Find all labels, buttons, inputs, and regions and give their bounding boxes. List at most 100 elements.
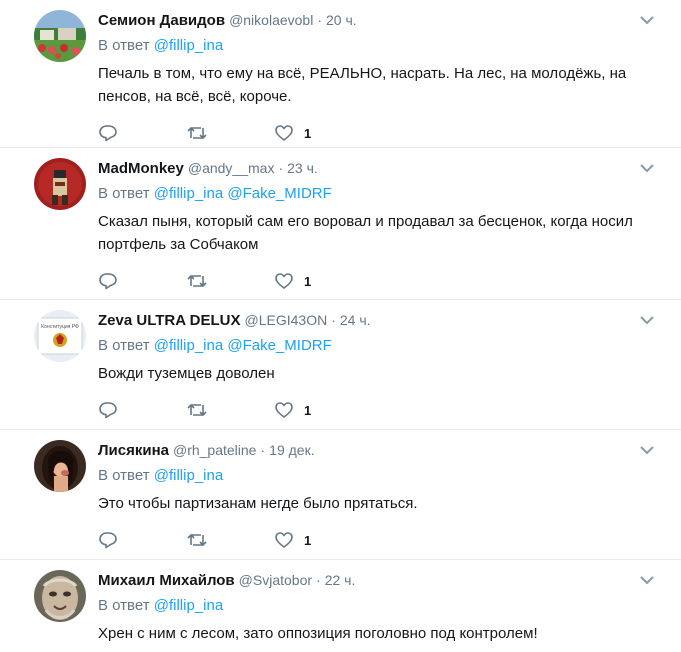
reply-mention[interactable]: @fillip_ina: [154, 337, 223, 354]
avatar[interactable]: [34, 158, 86, 210]
retweet-button[interactable]: [186, 400, 274, 420]
like-count: 1: [304, 532, 312, 548]
retweet-icon: [187, 404, 207, 416]
retweet-icon: [187, 275, 207, 287]
like-button[interactable]: 1: [274, 400, 374, 420]
reply-prefix: В ответ: [98, 185, 150, 202]
reply-prefix: В ответ: [98, 37, 150, 54]
avatar-red-figure: [34, 158, 86, 210]
avatar-constitution-book: Конституция РФ: [34, 310, 86, 362]
heart-icon: [275, 532, 293, 548]
like-button[interactable]: 1: [274, 123, 374, 143]
reply-context: В ответ @fillip_ina: [98, 36, 671, 56]
reply-icon: [99, 273, 117, 290]
author-handle[interactable]: @nikolaevobl: [229, 12, 313, 28]
chevron-down-icon[interactable]: [639, 12, 655, 28]
separator: ·: [317, 12, 322, 28]
reply-icon: [99, 125, 117, 142]
author-name[interactable]: Zeva ULTRA DELUX: [98, 312, 241, 329]
tweet[interactable]: Михаил Михайлов @Svjatobor · 22 ч. В ответ …: [0, 560, 681, 652]
separator: ·: [278, 160, 284, 176]
heart-icon: [275, 125, 293, 141]
tweet-header: Zeva ULTRA DELUX @LEGI43ON · 24 ч.: [98, 310, 671, 330]
author-name[interactable]: MadMonkey: [98, 160, 184, 177]
like-count: 1: [304, 402, 312, 418]
tweet[interactable]: Семион Давидов @nikolaevobl · 20 ч. В ответ…: [0, 0, 681, 148]
reply-button[interactable]: [98, 530, 186, 550]
avatar-old-man: [34, 570, 86, 622]
author-handle[interactable]: @LEGI43ON: [245, 312, 328, 328]
reply-mention[interactable]: @Fake_MIDRF: [227, 185, 331, 202]
reply-context: В ответ @fillip_ina: [98, 466, 671, 486]
timestamp[interactable]: 20 ч.: [326, 12, 357, 28]
reply-mention[interactable]: @fillip_ina: [154, 37, 223, 54]
separator: ·: [331, 312, 336, 328]
author-name[interactable]: Михаил Михайлов: [98, 572, 235, 589]
chevron-down-icon[interactable]: [639, 442, 655, 458]
retweet-icon: [187, 534, 207, 546]
tweet[interactable]: Конституция РФ Zeva ULTRA DELUX @LEGI43ON…: [0, 300, 681, 430]
reply-button[interactable]: [98, 400, 186, 420]
timestamp[interactable]: 23 ч.: [287, 160, 318, 176]
reply-icon: [99, 402, 117, 419]
tweet-actions: 1: [98, 395, 671, 425]
reply-mention[interactable]: @fillip_ina: [154, 597, 223, 614]
like-button[interactable]: 1: [274, 530, 374, 550]
chevron-down-icon[interactable]: [639, 160, 655, 176]
reply-button[interactable]: [98, 123, 186, 143]
avatar[interactable]: Конституция РФ: [34, 310, 86, 362]
tweet-feed: Семион Давидов @nikolaevobl · 20 ч. В ответ…: [0, 0, 681, 652]
timestamp[interactable]: 24 ч.: [340, 312, 371, 328]
reply-mention[interactable]: @fillip_ina: [154, 467, 223, 484]
avatar-landscape-flowers: [34, 10, 86, 62]
reply-context: В ответ @fillip_ina @Fake_MIDRF: [98, 336, 671, 356]
like-button[interactable]: 1: [274, 271, 374, 291]
author-handle[interactable]: @Svjatobor: [239, 572, 312, 588]
tweet-header: Михаил Михайлов @Svjatobor · 22 ч.: [98, 570, 671, 590]
author-name[interactable]: Лисякина: [98, 442, 169, 459]
chevron-down-icon[interactable]: [639, 572, 655, 588]
tweet[interactable]: MadMonkey @andy__max · 23 ч. В ответ @filli…: [0, 148, 681, 300]
tweet-header: Семион Давидов @nikolaevobl · 20 ч.: [98, 10, 671, 30]
timestamp[interactable]: 22 ч.: [325, 572, 356, 588]
avatar[interactable]: [34, 10, 86, 62]
reply-button[interactable]: [98, 271, 186, 291]
tweet-header: Лисякина @rh_pateline · 19 дек.: [98, 440, 671, 460]
tweet-text: Это чтобы партизанам негде было прятатьс…: [98, 495, 418, 512]
reply-context: В ответ @fillip_ina @Fake_MIDRF: [98, 184, 671, 204]
reply-mention[interactable]: @Fake_MIDRF: [227, 337, 331, 354]
avatar[interactable]: [34, 570, 86, 622]
avatar-book-title: Конституция РФ: [41, 324, 79, 330]
avatar-woman-portrait: [34, 440, 86, 492]
tweet-text: Вожди туземцев доволен: [98, 365, 275, 382]
tweet-text: Хрен с ним с лесом, зато оппозиция погол…: [98, 625, 538, 642]
author-name[interactable]: Семион Давидов: [98, 12, 225, 29]
like-count: 1: [304, 125, 312, 141]
reply-prefix: В ответ: [98, 467, 150, 484]
chevron-down-icon[interactable]: [639, 312, 655, 328]
tweet[interactable]: Лисякина @rh_pateline · 19 дек. В ответ @fi…: [0, 430, 681, 560]
tweet-header: MadMonkey @andy__max · 23 ч.: [98, 158, 671, 178]
retweet-button[interactable]: [186, 123, 274, 143]
reply-context: В ответ @fillip_ina: [98, 596, 671, 616]
separator: ·: [260, 442, 266, 458]
reply-mention[interactable]: @fillip_ina: [154, 185, 223, 202]
retweet-button[interactable]: [186, 271, 274, 291]
tweet-actions: 1: [98, 525, 671, 555]
tweet-text: Сказал пыня, который сам его воровал и п…: [98, 213, 633, 253]
tweet-text: Печаль в том, что ему на всё, РЕАЛЬНО, н…: [98, 65, 627, 105]
like-count: 1: [304, 273, 312, 289]
reply-prefix: В ответ: [98, 597, 150, 614]
avatar[interactable]: [34, 440, 86, 492]
author-handle[interactable]: @andy__max: [188, 160, 275, 176]
heart-icon: [275, 402, 293, 418]
tweet-actions: 1: [98, 266, 671, 296]
author-handle[interactable]: @rh_pateline: [173, 442, 257, 458]
separator: ·: [316, 572, 321, 588]
retweet-icon: [187, 127, 207, 139]
tweet-actions: 1: [98, 118, 671, 148]
reply-prefix: В ответ: [98, 337, 150, 354]
timestamp[interactable]: 19 дек.: [269, 442, 314, 458]
heart-icon: [275, 273, 293, 289]
retweet-button[interactable]: [186, 530, 274, 550]
